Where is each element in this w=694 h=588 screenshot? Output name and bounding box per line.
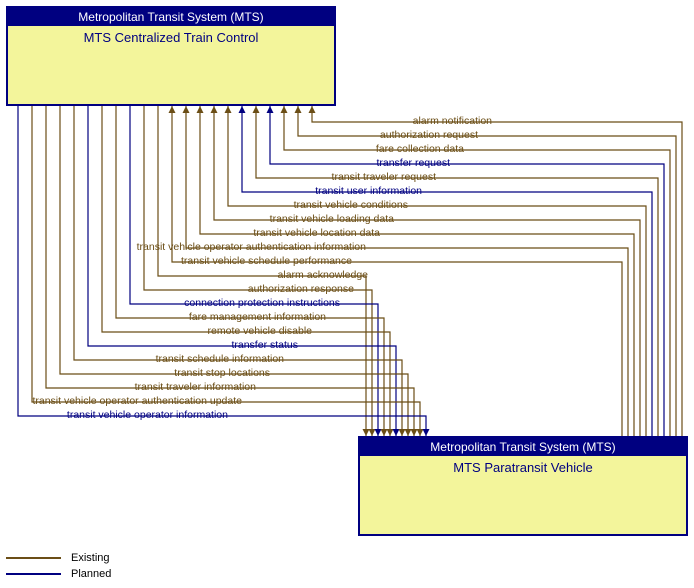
flow-outgoing-label: remote vehicle disable: [208, 325, 312, 337]
flow-incoming-label: fare collection data: [376, 143, 464, 155]
flow-incoming-label: transit vehicle location data: [253, 227, 380, 239]
node-body: MTS Centralized Train Control: [8, 26, 334, 49]
legend-swatch-planned: [6, 573, 61, 575]
flow-incoming-label: authorization request: [380, 129, 478, 141]
node-mts-paratransit-vehicle[interactable]: Metropolitan Transit System (MTS) MTS Pa…: [358, 436, 688, 536]
flow-incoming-label: transit vehicle conditions: [294, 199, 408, 211]
legend-swatch-existing: [6, 557, 61, 559]
flow-outgoing-label: transit vehicle operator authentication …: [32, 395, 242, 407]
flow-outgoing-label: transit stop locations: [174, 367, 270, 379]
legend-planned: Planned: [6, 566, 111, 582]
flow-outgoing-label: connection protection instructions: [184, 297, 340, 309]
flow-incoming-label: alarm notification: [413, 115, 492, 127]
legend-label: Existing: [71, 552, 110, 564]
node-header: Metropolitan Transit System (MTS): [360, 438, 686, 456]
node-body: MTS Paratransit Vehicle: [360, 456, 686, 479]
node-header: Metropolitan Transit System (MTS): [8, 8, 334, 26]
flow-incoming-label: transit traveler request: [332, 171, 436, 183]
flow-outgoing-label: fare management information: [189, 311, 326, 323]
flow-outgoing-label: transit vehicle operator information: [67, 409, 228, 421]
flow-incoming-label: transfer request: [376, 157, 450, 169]
legend-existing: Existing: [6, 550, 111, 566]
flow-incoming-label: transit vehicle loading data: [270, 213, 394, 225]
legend: Existing Planned: [6, 550, 111, 582]
flow-incoming-label: transit vehicle schedule performance: [181, 255, 352, 267]
flow-outgoing-label: transit traveler information: [135, 381, 256, 393]
node-mts-centralized-train-control[interactable]: Metropolitan Transit System (MTS) MTS Ce…: [6, 6, 336, 106]
flow-outgoing-label: authorization response: [248, 283, 354, 295]
legend-label: Planned: [71, 568, 111, 580]
flow-incoming-label: transit vehicle operator authentication …: [137, 241, 366, 253]
flow-outgoing-label: alarm acknowledge: [278, 269, 368, 281]
flow-incoming-label: transit user information: [315, 185, 422, 197]
flow-outgoing-label: transfer status: [231, 339, 298, 351]
flow-outgoing-label: transit schedule information: [156, 353, 284, 365]
